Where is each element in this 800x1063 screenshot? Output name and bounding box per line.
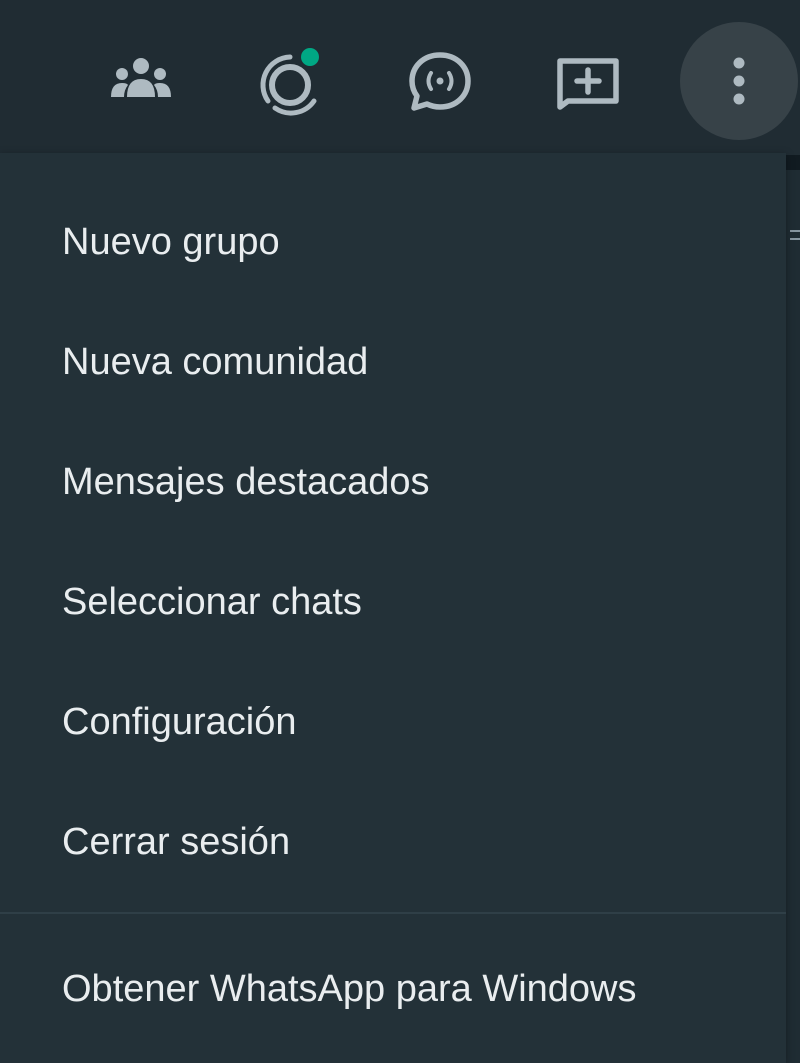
menu-item-label: Obtener WhatsApp para Windows [62,967,637,1010]
communities-button[interactable] [82,22,200,140]
menu-item-select-chats[interactable]: Seleccionar chats [0,542,786,662]
menu-item-settings[interactable]: Configuración [0,662,786,782]
side-header [0,0,800,155]
menu-icon [733,57,745,105]
channels-icon [409,52,471,111]
menu-item-label: Nueva comunidad [62,340,369,383]
filter-icon-fragment [790,230,800,232]
menu-divider [0,912,786,914]
menu-item-label: Configuración [62,700,297,743]
menu-item-label: Seleccionar chats [62,580,362,623]
status-icon [260,48,319,116]
menu-item-label: Mensajes destacados [62,460,430,503]
chat-list-edge [786,170,800,1063]
menu-item-label: Cerrar sesión [62,820,291,863]
communities-icon [111,58,171,97]
menu-item-starred-messages[interactable]: Mensajes destacados [0,422,786,542]
status-unread-dot [301,48,319,66]
new-chat-icon [557,58,619,110]
menu-item-new-group[interactable]: Nuevo grupo [0,182,786,302]
status-button[interactable] [231,22,349,140]
menu-item-new-community[interactable]: Nueva comunidad [0,302,786,422]
channels-button[interactable] [381,22,499,140]
menu-button[interactable] [680,22,798,140]
filter-icon-fragment [790,238,800,240]
new-chat-button[interactable] [529,22,647,140]
menu-item-logout[interactable]: Cerrar sesión [0,782,786,902]
menu-item-get-windows-app[interactable]: Obtener WhatsApp para Windows [0,929,786,1049]
options-dropdown-menu: Nuevo grupo Nueva comunidad Mensajes des… [0,153,786,1063]
menu-item-label: Nuevo grupo [62,220,280,263]
